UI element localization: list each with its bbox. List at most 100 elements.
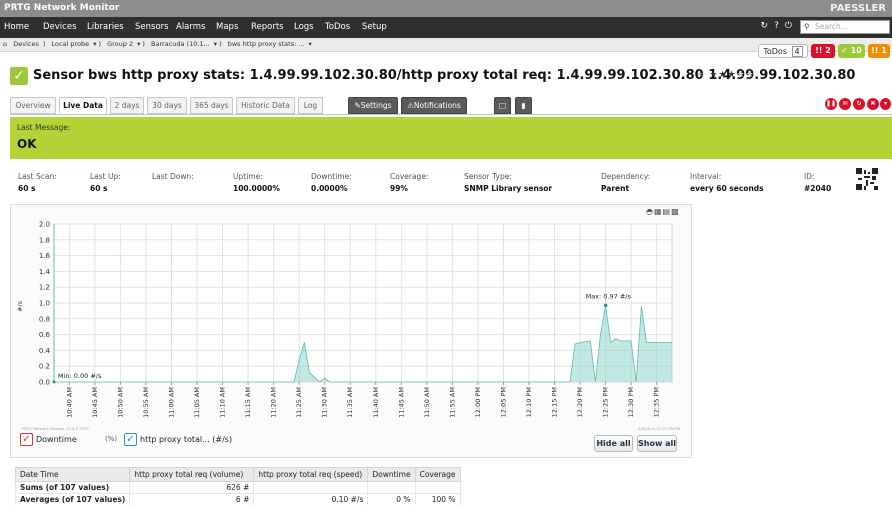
menu-todos[interactable]: ToDos: [325, 22, 350, 32]
qr-code-icon[interactable]: [856, 168, 878, 190]
menu-reports[interactable]: Reports: [251, 22, 284, 32]
chevron-down-icon[interactable]: ▾ ): [214, 40, 222, 48]
x-tick-label: 12:20 PM: [576, 387, 584, 417]
column-header[interactable]: Coverage: [414, 467, 461, 482]
tab-2-days[interactable]: 2 days: [110, 97, 144, 114]
x-tick-label: 11:05 AM: [193, 387, 201, 418]
info-label: Last Down:: [152, 172, 194, 181]
info-value: 100.0000%: [233, 184, 280, 193]
chart-footer-version: PRTG Network Monitor 13.4.7.3705: [22, 426, 89, 431]
y-tick-label: 0.6: [39, 331, 51, 339]
x-tick-label: 11:50 AM: [423, 387, 431, 418]
tab-notifications[interactable]: ⚠Notifications: [401, 97, 467, 114]
y-tick-label: 2.0: [39, 221, 50, 229]
priority-stars[interactable]: ≈ ★★★★★: [697, 70, 755, 80]
y-axis-labels: 0.0 0.2 0.4 0.6 0.8 1.0 1.2 1.4 1.6 1.8 2.0: [39, 221, 51, 387]
main-menu: Home Devices Libraries Sensors Alarms Ma…: [0, 17, 892, 38]
breadcrumb-devices[interactable]: Devices: [13, 40, 39, 48]
menu-maps[interactable]: Maps: [216, 22, 238, 32]
x-tick-label: 10:40 AM: [65, 387, 73, 418]
tab-30-days[interactable]: 30 days: [147, 97, 187, 114]
column-header[interactable]: Downtime: [367, 467, 416, 482]
table-row: Sums (of 107 values) 626 #: [14, 481, 461, 494]
column-header[interactable]: http proxy total req (speed): [253, 467, 369, 482]
info-sensor-type: Sensor Type: SNMP Library sensor: [464, 172, 552, 193]
info-value: SNMP Library sensor: [464, 184, 553, 193]
check-icon: ✓: [841, 46, 848, 55]
info-dependency: Dependency: Parent: [601, 172, 650, 193]
tab-live-data[interactable]: Live Data: [59, 97, 107, 114]
tab-historic-data[interactable]: Historic Data: [236, 97, 295, 114]
tab-settings[interactable]: ✎Settings: [348, 97, 398, 114]
info-value[interactable]: Parent: [601, 184, 650, 193]
info-uptime: Uptime: 100.0000%: [233, 172, 280, 193]
search-input[interactable]: ⚲ Search...: [800, 20, 890, 34]
tab-365-days[interactable]: 365 days: [190, 97, 233, 114]
todos-label: ToDos: [763, 47, 787, 56]
menu-logs[interactable]: Logs: [294, 22, 314, 32]
todos-button[interactable]: ToDos 4: [758, 44, 808, 58]
x-axis-labels: 10:40 AM 10:45 AM 10:50 AM 10:55 AM 11:00 AM…: [65, 387, 660, 418]
alarm-badge-warning[interactable]: !! 1: [868, 44, 890, 58]
home-icon[interactable]: ⌂: [3, 40, 7, 48]
menu-devices[interactable]: Devices: [43, 22, 77, 32]
tab-divider: [10, 114, 892, 115]
menu-libraries[interactable]: Libraries: [87, 22, 124, 32]
x-tick-label: 12:35 PM: [653, 387, 661, 417]
series-checkbox[interactable]: ✓: [124, 433, 137, 446]
tab-history[interactable]: ▮: [515, 97, 532, 114]
settings-label: Settings: [360, 101, 392, 110]
chevron-down-icon[interactable]: ▾ ): [93, 40, 101, 48]
stars-empty: ★★: [736, 70, 755, 80]
live-data-chart: 0.0 0.2 0.4 0.6 0.8 1.0 1.2 1.4 1.6 1.8 2.0 10:40 …: [16, 221, 680, 432]
table-cell: [253, 481, 369, 494]
chevron-down-icon[interactable]: ▾: [309, 40, 312, 48]
tab-overview[interactable]: Overview: [10, 97, 56, 114]
y-tick-label: 0.0: [39, 379, 50, 387]
paessler-logo: PAESSLER: [830, 3, 886, 14]
table-row: Averages (of 107 values) 6 # 0.10 #/s 0 …: [14, 493, 461, 505]
chevron-down-icon[interactable]: ▾ ): [137, 40, 145, 48]
email-icon[interactable]: ✉: [839, 98, 851, 110]
info-value: 0.0000%: [311, 184, 348, 193]
y-tick-label: 1.2: [39, 284, 50, 292]
downtime-checkbox[interactable]: ✓: [20, 433, 33, 446]
column-header[interactable]: Date Time: [14, 467, 131, 482]
breadcrumb-local-probe[interactable]: Local probe: [51, 40, 89, 48]
alarm-badge-up[interactable]: ✓ 10: [838, 44, 865, 58]
x-tick-label: 10:55 AM: [142, 387, 150, 418]
info-label: Downtime:: [311, 172, 352, 181]
warning-icon: ⚠: [407, 101, 414, 110]
menu-sensors[interactable]: Sensors: [135, 22, 169, 32]
menu-home[interactable]: Home: [4, 22, 29, 32]
hide-all-button[interactable]: Hide all: [594, 435, 633, 452]
alert-icon: !!: [871, 46, 879, 55]
refresh-icon[interactable]: ↻: [761, 21, 775, 31]
show-all-button[interactable]: Show all: [637, 435, 677, 452]
last-message-label: Last Message:: [17, 123, 71, 132]
alert-icon: !!: [815, 46, 823, 55]
search-placeholder: Search...: [815, 22, 848, 31]
breadcrumb-device[interactable]: Barracuda (10.1...: [151, 40, 210, 48]
table-cell: [414, 481, 461, 494]
scan-now-icon[interactable]: ↻: [853, 98, 865, 110]
info-label: ID:: [804, 172, 815, 181]
tab-comments[interactable]: □: [494, 97, 511, 114]
pause-icon: ≈: [697, 70, 710, 80]
pause-icon[interactable]: ❚❚: [825, 98, 837, 110]
menu-setup[interactable]: Setup: [362, 22, 387, 32]
x-tick-label: 12:25 PM: [602, 387, 610, 417]
tab-log[interactable]: Log: [298, 97, 323, 114]
x-tick-label: 11:45 AM: [397, 387, 405, 418]
column-header[interactable]: http proxy total req (volume): [129, 467, 255, 482]
menu-alarms[interactable]: Alarms: [176, 22, 205, 32]
x-tick-label: 10:50 AM: [116, 387, 124, 418]
breadcrumb-group[interactable]: Group 2: [107, 40, 133, 48]
help-icon[interactable]: ?: [774, 21, 785, 31]
logout-icon[interactable]: ⏻: [785, 21, 798, 31]
delete-icon[interactable]: ✖: [867, 98, 879, 110]
y-tick-label: 1.8: [39, 236, 50, 244]
more-icon[interactable]: ▾: [880, 98, 891, 110]
alarm-badge-down[interactable]: !! 2: [811, 44, 835, 58]
breadcrumb-sensor[interactable]: bws http proxy stats: ...: [228, 40, 305, 48]
